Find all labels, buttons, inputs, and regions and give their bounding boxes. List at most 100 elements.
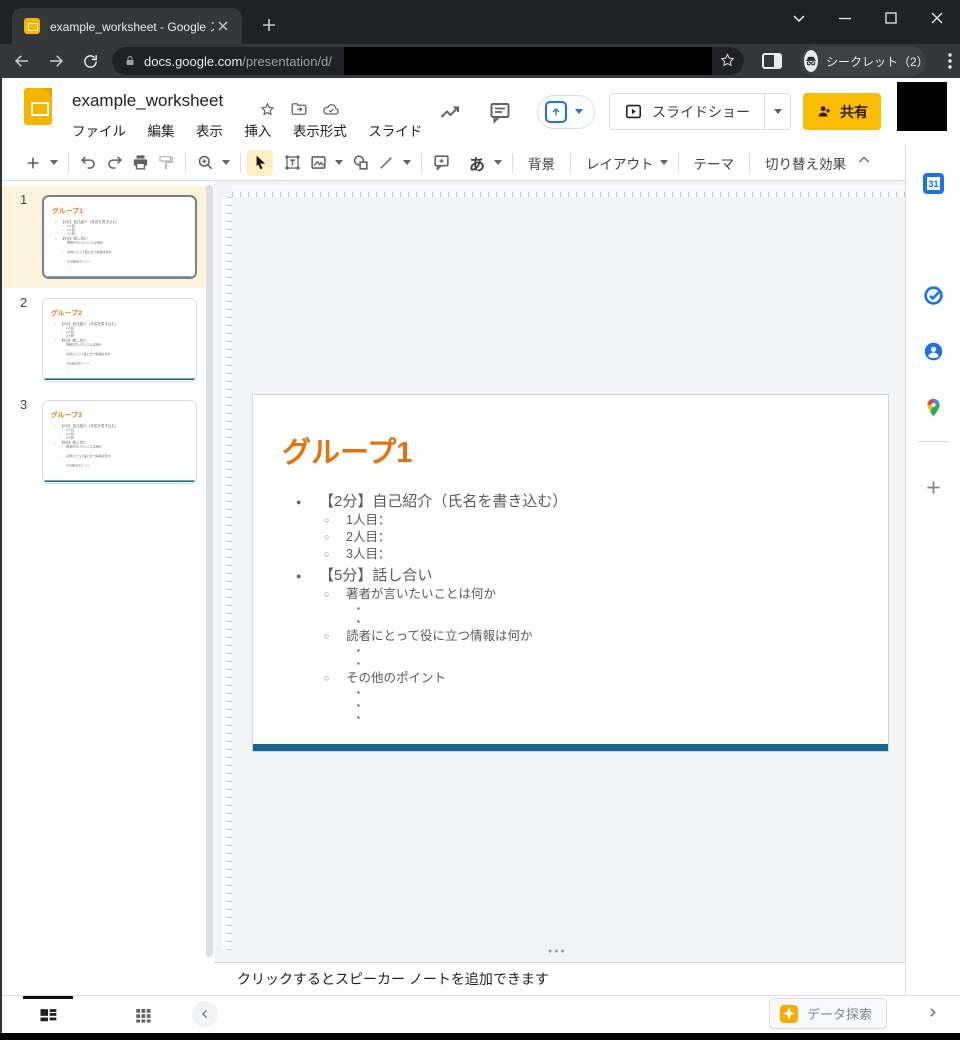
slideshow-button[interactable]: スライドショー bbox=[609, 93, 765, 130]
back-icon[interactable] bbox=[10, 49, 34, 73]
slide-accent-bar bbox=[253, 744, 888, 751]
filmstrip-scrollbar[interactable] bbox=[206, 185, 213, 957]
incognito-badge[interactable]: シークレット（2） bbox=[800, 46, 926, 76]
speaker-notes[interactable]: クリックするとスピーカー ノートを追加できます bbox=[214, 962, 905, 995]
google-slides-window: example_worksheet - Google スラ bbox=[0, 0, 960, 1040]
slides-favicon-icon bbox=[24, 18, 40, 34]
document-title[interactable]: example_worksheet bbox=[72, 91, 223, 111]
text-box-icon[interactable] bbox=[279, 150, 305, 176]
zoom-caret[interactable] bbox=[222, 160, 230, 165]
insert-shape-icon[interactable] bbox=[347, 150, 373, 176]
layout-caret[interactable] bbox=[660, 160, 668, 165]
bottom-bar: データ探索 bbox=[0, 995, 960, 1033]
input-tools-icon[interactable]: あ bbox=[464, 150, 490, 176]
thumb-accent-bar bbox=[44, 480, 195, 482]
insert-line-caret[interactable] bbox=[403, 160, 411, 165]
share-button[interactable]: 共有 bbox=[803, 93, 881, 130]
menu-format[interactable]: 表示形式 bbox=[293, 120, 347, 140]
side-panel-icon[interactable] bbox=[762, 53, 782, 69]
theme-button[interactable]: テーマ bbox=[685, 153, 744, 173]
print-icon[interactable] bbox=[127, 150, 153, 176]
url-bar[interactable]: docs.google.com/presentation/d/ bbox=[112, 47, 744, 75]
add-addon-icon[interactable] bbox=[923, 477, 944, 498]
slideshow-options-caret[interactable] bbox=[765, 93, 791, 130]
maps-icon[interactable] bbox=[923, 397, 944, 418]
bullet-level-3: ▪ bbox=[283, 700, 872, 713]
tab-close-icon[interactable] bbox=[214, 17, 232, 35]
bullet-level-2: ○3人目： bbox=[51, 334, 191, 338]
slide-thumbnail-2[interactable]: グループ2 ●【2分】自己紹介（氏名を書き込む）○1人目：○2人目：○3人目：●… bbox=[42, 298, 197, 382]
editor-canvas[interactable]: グループ1 ●【2分】自己紹介（氏名を書き込む）○1人目：○2人目：○3人目：●… bbox=[214, 181, 905, 962]
comment-history-icon[interactable] bbox=[487, 99, 513, 125]
speaker-notes-placeholder[interactable]: クリックするとスピーカー ノートを追加できます bbox=[237, 963, 549, 996]
panel-divider bbox=[918, 441, 949, 442]
bullet-level-3: ▪ bbox=[283, 616, 872, 629]
window-maximize-button[interactable] bbox=[876, 6, 906, 30]
menu-view[interactable]: 表示 bbox=[196, 120, 223, 140]
contacts-icon[interactable] bbox=[923, 341, 944, 362]
slide-thumbnail-1[interactable]: グループ1 ●【2分】自己紹介（氏名を書き込む）○1人目：○2人目：○3人目：●… bbox=[42, 195, 197, 279]
slide-row-1[interactable]: 1 グループ1 ●【2分】自己紹介（氏名を書き込む）○1人目：○2人目：○3人目… bbox=[0, 186, 206, 288]
tasks-icon[interactable] bbox=[923, 285, 944, 306]
current-slide[interactable]: グループ1 ●【2分】自己紹介（氏名を書き込む）○1人目：○2人目：○3人目：●… bbox=[252, 394, 889, 752]
collapse-filmstrip-icon[interactable] bbox=[192, 1001, 218, 1027]
insert-image-icon[interactable] bbox=[305, 150, 331, 176]
undo-icon[interactable] bbox=[75, 150, 101, 176]
thumb-title: グループ3 bbox=[51, 410, 82, 419]
explore-button[interactable]: データ探索 bbox=[769, 998, 887, 1029]
window-minimize-button[interactable] bbox=[830, 6, 860, 30]
hide-menus-icon[interactable] bbox=[856, 152, 872, 168]
new-slide-icon[interactable] bbox=[20, 150, 46, 176]
slide-row-2[interactable]: 2 グループ2 ●【2分】自己紹介（氏名を書き込む）○1人目：○2人目：○3人目… bbox=[0, 289, 206, 391]
cloud-saved-icon[interactable] bbox=[322, 100, 340, 118]
slideshow-label: スライドショー bbox=[652, 102, 750, 122]
insert-image-caret[interactable] bbox=[335, 160, 343, 165]
notes-resize-handle[interactable]: ●●● bbox=[548, 948, 567, 955]
activity-trend-icon[interactable] bbox=[437, 99, 463, 125]
input-tools-caret[interactable] bbox=[494, 160, 502, 165]
star-document-icon[interactable] bbox=[258, 100, 276, 118]
thumb-body: ●【2分】自己紹介（氏名を書き込む）○1人目：○2人目：○3人目：●【5分】話し… bbox=[51, 423, 191, 476]
window-chevron-icon[interactable] bbox=[784, 6, 814, 30]
slide-number: 3 bbox=[20, 397, 27, 412]
layout-button[interactable]: レイアウト bbox=[577, 153, 656, 173]
move-folder-icon[interactable] bbox=[290, 100, 308, 118]
menu-insert[interactable]: 挿入 bbox=[244, 120, 271, 140]
browser-address-bar: docs.google.com/presentation/d/ シークレット（2… bbox=[0, 44, 960, 78]
bullet-level-2: ○3人目： bbox=[51, 436, 191, 440]
menu-edit[interactable]: 編集 bbox=[147, 120, 174, 140]
browser-menu-icon[interactable] bbox=[940, 49, 960, 73]
select-tool-icon[interactable] bbox=[247, 150, 273, 176]
calendar-icon[interactable]: 31 bbox=[923, 173, 944, 194]
filmstrip-view-icon[interactable] bbox=[37, 1004, 59, 1026]
bookmark-star-icon[interactable] bbox=[719, 52, 736, 69]
slides-logo-icon[interactable] bbox=[24, 88, 52, 125]
forward-icon[interactable] bbox=[44, 49, 68, 73]
new-tab-button[interactable] bbox=[258, 14, 280, 36]
slide-body[interactable]: ●【2分】自己紹介（氏名を書き込む）○1人目：○2人目：○3人目：●【5分】話し… bbox=[283, 489, 872, 725]
slide-number: 2 bbox=[20, 295, 27, 310]
transition-button[interactable]: 切り替え効果 bbox=[756, 153, 855, 173]
background-button[interactable]: 背景 bbox=[519, 153, 564, 173]
new-slide-caret[interactable] bbox=[50, 160, 58, 165]
slide-thumbnail-3[interactable]: グループ3 ●【2分】自己紹介（氏名を書き込む）○1人目：○2人目：○3人目：●… bbox=[42, 400, 197, 484]
insert-line-icon[interactable] bbox=[373, 150, 399, 176]
reload-icon[interactable] bbox=[78, 49, 102, 73]
slide-row-3[interactable]: 3 グループ3 ●【2分】自己紹介（氏名を書き込む）○1人目：○2人目：○3人目… bbox=[0, 391, 206, 493]
menu-slide[interactable]: スライド bbox=[368, 120, 422, 140]
expand-side-panel-icon[interactable] bbox=[922, 1002, 942, 1022]
paint-format-icon[interactable] bbox=[153, 150, 179, 176]
menu-file[interactable]: ファイル bbox=[72, 120, 126, 140]
thumb-title: グループ2 bbox=[51, 308, 82, 317]
grid-view-icon[interactable] bbox=[132, 1004, 154, 1026]
bullet-level-3: ▪ bbox=[51, 473, 191, 476]
zoom-icon[interactable] bbox=[192, 150, 218, 176]
redo-icon[interactable] bbox=[101, 150, 127, 176]
present-to-meeting-button[interactable] bbox=[537, 95, 595, 129]
slide-title[interactable]: グループ1 bbox=[282, 429, 412, 471]
account-avatar[interactable] bbox=[897, 82, 947, 131]
bullet-level-2: ○3人目： bbox=[283, 546, 872, 563]
add-comment-icon[interactable] bbox=[428, 150, 454, 176]
window-close-button[interactable] bbox=[922, 6, 952, 30]
browser-tab[interactable]: example_worksheet - Google スラ bbox=[12, 8, 242, 44]
